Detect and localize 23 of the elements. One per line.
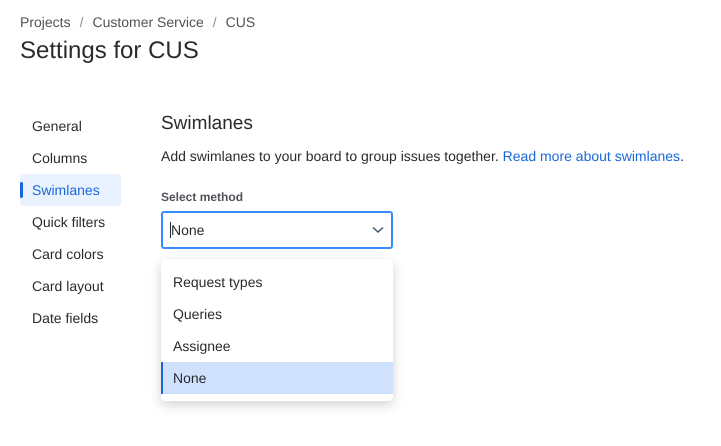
breadcrumb-separator: / bbox=[80, 12, 84, 32]
select-field[interactable]: None bbox=[161, 211, 393, 249]
sidebar-item[interactable]: Swimlanes bbox=[20, 174, 121, 206]
dropdown-option[interactable]: Queries bbox=[161, 298, 393, 330]
breadcrumb-link[interactable]: Customer Service bbox=[92, 12, 204, 32]
page-title: Settings for CUS bbox=[20, 36, 200, 66]
read-more-link[interactable]: Read more about swimlanes bbox=[502, 148, 680, 164]
breadcrumb-separator: / bbox=[212, 12, 217, 32]
dropdown-option[interactable]: None bbox=[161, 362, 393, 394]
dropdown-option[interactable]: Assignee bbox=[161, 330, 393, 362]
sidebar-item[interactable]: Quick filters bbox=[20, 206, 121, 238]
sidebar-item[interactable]: Date fields bbox=[20, 302, 121, 334]
dropdown-option[interactable]: Request types bbox=[161, 266, 393, 298]
field-label: Select method bbox=[161, 189, 244, 205]
section-description: Add swimlanes to your board to group issues together. Read more about swimlanes. bbox=[161, 147, 684, 166]
sidebar-item[interactable]: General bbox=[20, 110, 121, 142]
breadcrumb-link[interactable]: CUS bbox=[226, 12, 256, 32]
chevron-down-icon bbox=[372, 226, 384, 234]
section-heading: Swimlanes bbox=[161, 112, 254, 136]
sidebar-item[interactable]: Columns bbox=[20, 142, 121, 174]
sidebar-item[interactable]: Card colors bbox=[20, 238, 121, 270]
sidebar-item[interactable]: Card layout bbox=[20, 270, 121, 302]
breadcrumb-link[interactable]: Projects bbox=[20, 12, 71, 32]
